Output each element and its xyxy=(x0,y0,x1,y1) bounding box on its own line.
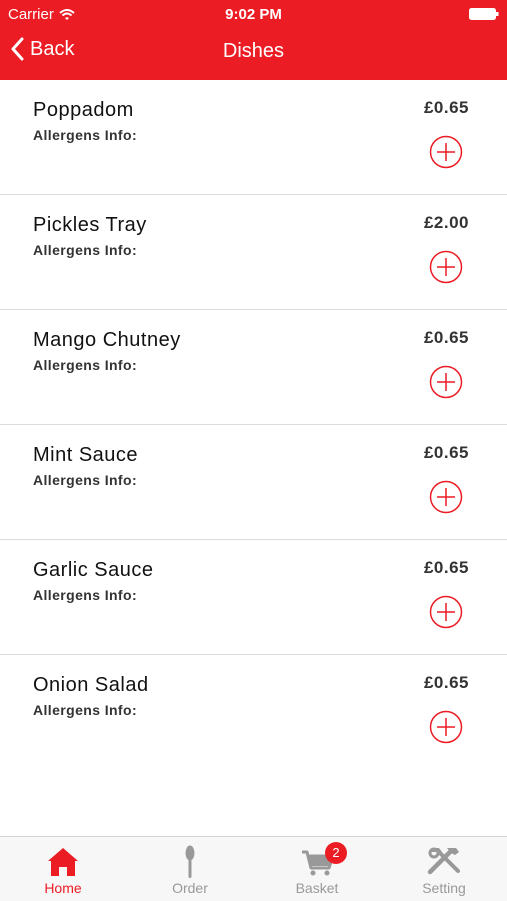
status-bar: Carrier 9:02 PM xyxy=(0,0,507,28)
add-dish-button[interactable] xyxy=(429,365,463,399)
tab-setting-label: Setting xyxy=(422,880,466,896)
add-dish-button[interactable] xyxy=(429,250,463,284)
dish-name: Mint Sauce xyxy=(33,444,139,466)
tab-setting[interactable]: Setting xyxy=(381,837,507,901)
tab-basket[interactable]: 2 Basket xyxy=(254,837,380,901)
dish-name: Mango Chutney xyxy=(33,329,181,351)
dish-row: Mint Sauce Allergens Info: £0.65 xyxy=(0,425,507,540)
dish-name: Pickles Tray xyxy=(33,214,147,236)
allergens-label: Allergens Info: xyxy=(33,127,138,143)
dish-price: £0.65 xyxy=(423,443,469,462)
allergens-label: Allergens Info: xyxy=(33,357,138,373)
tab-basket-label: Basket xyxy=(295,880,339,896)
dish-row: Onion Salad Allergens Info: £0.65 xyxy=(0,655,507,769)
basket-count-badge: 2 xyxy=(325,842,347,864)
allergens-label: Allergens Info: xyxy=(33,242,138,258)
allergens-label: Allergens Info: xyxy=(33,702,138,718)
tab-home[interactable]: Home xyxy=(0,837,126,901)
dish-row: Mango Chutney Allergens Info: £0.65 xyxy=(0,310,507,425)
nav-header: Carrier 9:02 PM Back Dishes xyxy=(0,0,507,80)
dish-name: Garlic Sauce xyxy=(33,559,154,581)
cart-icon xyxy=(302,850,335,876)
page-title: Dishes xyxy=(222,40,285,62)
allergens-label: Allergens Info: xyxy=(33,587,138,603)
add-dish-button[interactable] xyxy=(429,480,463,514)
add-dish-button[interactable] xyxy=(429,595,463,629)
tab-home-label: Home xyxy=(44,880,82,896)
dish-row: Pickles Tray Allergens Info: £2.00 xyxy=(0,195,507,310)
allergens-label: Allergens Info: xyxy=(33,472,138,488)
status-time: 9:02 PM xyxy=(225,6,282,23)
tab-order[interactable]: Order xyxy=(127,837,253,901)
dish-list: Poppadom Allergens Info: £0.65 Pickles T… xyxy=(0,80,507,769)
dish-name: Onion Salad xyxy=(33,674,149,696)
dish-price: £2.00 xyxy=(423,213,469,232)
dish-price: £0.65 xyxy=(423,98,469,117)
dish-row: Garlic Sauce Allergens Info: £0.65 xyxy=(0,540,507,655)
home-icon xyxy=(48,848,78,876)
dish-price: £0.65 xyxy=(423,673,469,692)
tab-order-label: Order xyxy=(172,880,208,896)
battery-icon xyxy=(469,8,499,20)
tab-bar: Home Order 2 Basket Setting xyxy=(0,836,507,901)
spoon-icon xyxy=(185,845,195,878)
dish-price: £0.65 xyxy=(423,558,469,577)
add-dish-button[interactable] xyxy=(429,135,463,169)
dish-row: Poppadom Allergens Info: £0.65 xyxy=(0,80,507,195)
add-dish-button[interactable] xyxy=(429,710,463,744)
tools-icon xyxy=(427,847,460,875)
dish-price: £0.65 xyxy=(423,328,469,347)
dish-name: Poppadom xyxy=(33,99,134,121)
